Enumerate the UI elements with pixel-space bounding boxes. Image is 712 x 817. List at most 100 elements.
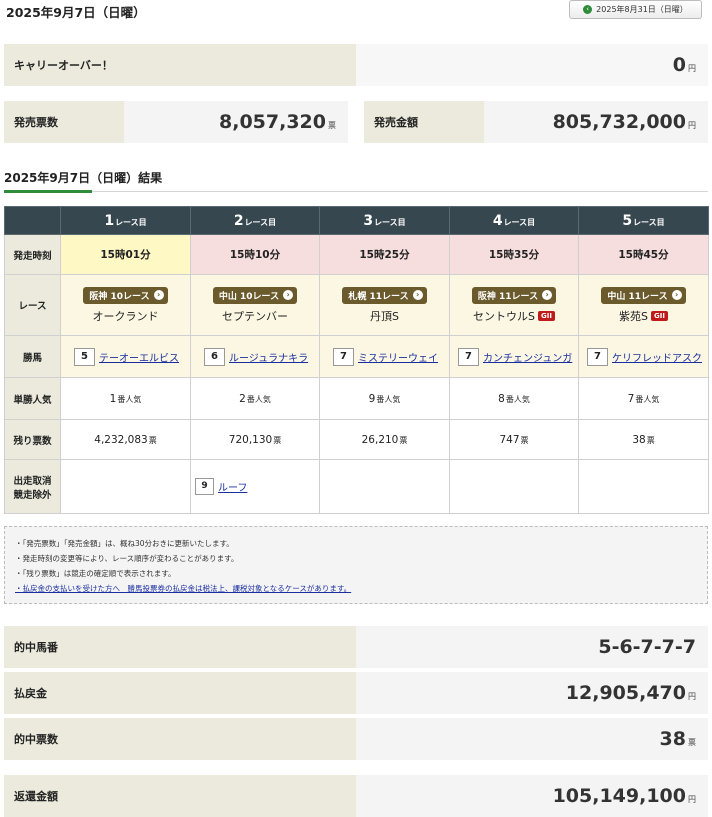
race-cell-1: 阪神 10レース › オークランド — [60, 274, 191, 336]
scratch-5 — [578, 459, 709, 514]
chevron-right-icon: › — [671, 290, 682, 300]
race-name-1: オークランド — [92, 309, 159, 323]
race-link-2[interactable]: 中山 10レース › — [212, 286, 298, 304]
winner-cell-3: 7 ミステリーウェイ — [319, 335, 450, 378]
refund-label: 返還金額 — [4, 775, 356, 817]
popularity-4: 8番人気 — [449, 377, 579, 420]
winning-numbers-value-box: 5-6-7-7-7 — [356, 626, 708, 668]
winner-label: 勝馬 — [4, 335, 61, 378]
winner-link-2[interactable]: ルージュラナキラ — [229, 353, 308, 364]
race-label: レース — [4, 274, 61, 336]
horse-number: 5 — [74, 347, 95, 366]
winning-tickets-value-box: 38 票 — [356, 718, 708, 760]
carryover-value-box: 0円 — [356, 44, 708, 86]
winner-link-3[interactable]: ミステリーウェイ — [358, 353, 438, 364]
remaining-label: 残り票数 — [4, 419, 61, 460]
chevron-right-icon: › — [153, 290, 164, 300]
chevron-right-icon: › — [412, 290, 423, 300]
scratch-1 — [60, 459, 191, 514]
start-time-4: 15時35分 — [449, 234, 579, 275]
popularity-3: 9番人気 — [319, 377, 450, 420]
chevron-right-icon: › — [542, 290, 553, 300]
sold-amount-unit: 円 — [688, 120, 696, 130]
popularity-label: 単勝人気 — [4, 377, 61, 420]
sold-amount-label: 発売金額 — [364, 101, 484, 143]
popularity-2: 2番人気 — [190, 377, 320, 420]
chevron-left-icon: ‹ — [583, 5, 593, 14]
scratch-label: 出走取消 競走除外 — [4, 459, 61, 514]
payout-value-box: 12,905,470 円 — [356, 672, 708, 714]
winning-tickets-value: 38 — [659, 728, 686, 750]
start-time-row: 発走時刻 15時01分 15時10分 15時25分 15時35分 15時45分 — [4, 234, 709, 275]
winner-row: 勝馬 5 テーオーエルビス 6 ルージュラナキラ 7 ミステリーウェイ 7 カンチェンジ… — [4, 335, 709, 378]
remaining-row: 残り票数 4,232,083票 720,130票 26,210票 747票 38… — [4, 419, 709, 460]
grade-badge: GII — [651, 310, 668, 321]
race-link-3[interactable]: 札幌 11レース › — [342, 286, 427, 304]
horse-number: 9 — [195, 478, 214, 495]
carryover-label: キャリーオーバー！ — [4, 44, 356, 86]
winning-tickets-row: 的中票数 38 票 — [4, 718, 708, 760]
race-header-1: 1レース目 — [60, 206, 191, 235]
winner-link-4[interactable]: カンチェンジュンガ — [483, 353, 572, 364]
race-header-row: 1レース目 2レース目 3レース目 4レース目 5レース目 — [4, 206, 709, 235]
horse-number: 7 — [587, 347, 608, 366]
payout-unit: 円 — [688, 691, 696, 701]
sold-tickets-value-box: 8,057,320 票 — [124, 101, 348, 143]
grade-badge: GII — [538, 310, 555, 321]
winning-numbers-row: 的中馬番 5-6-7-7-7 — [4, 626, 708, 668]
scratch-3 — [319, 459, 450, 514]
refund-value: 105,149,100 — [552, 785, 686, 807]
note-item: 「残り票数」は競走の確定順で表示されます。 — [15, 566, 699, 581]
note-item: 「発売票数」「発売金額」は、概ね30分おきに更新いたします。 — [15, 536, 699, 551]
scratch-4 — [449, 459, 579, 514]
tax-notice-link[interactable]: 払戻金の支払いを受けた方へ 勝馬投票券の払戻金は税法上、課税対象となるケースがあ… — [15, 581, 699, 596]
previous-date-button[interactable]: ‹ 2025年8月31日（日曜） — [569, 0, 702, 19]
sold-tickets-value: 8,057,320 — [219, 111, 326, 133]
race-name-4: セントウルS GII — [450, 308, 578, 324]
race-cell-2: 中山 10レース › セプテンバー — [190, 274, 320, 336]
sold-amount-row: 発売金額 805,732,000 円 — [364, 101, 708, 143]
race-header-5: 5レース目 — [578, 206, 709, 235]
carryover-value: 0 — [672, 54, 686, 76]
start-time-2: 15時10分 — [190, 234, 320, 275]
race-header-4: 4レース目 — [449, 206, 579, 235]
winning-tickets-unit: 票 — [688, 737, 696, 747]
popularity-5: 7番人気 — [578, 377, 709, 420]
start-time-5: 15時45分 — [578, 234, 709, 275]
start-time-1: 15時01分 — [60, 234, 191, 275]
results-table: 1レース目 2レース目 3レース目 4レース目 5レース目 発走時刻 15時01… — [4, 206, 709, 514]
section-accent-line — [4, 190, 92, 193]
race-link-1[interactable]: 阪神 10レース › — [83, 286, 168, 304]
race-link-5[interactable]: 中山 11レース › — [601, 286, 686, 304]
remaining-2: 720,130票 — [190, 419, 320, 460]
page-date-title: 2025年9月7日（日曜） — [6, 5, 146, 20]
section-divider — [4, 191, 708, 192]
popularity-1: 1番人気 — [60, 377, 191, 420]
sold-amount-value-box: 805,732,000 円 — [484, 101, 708, 143]
race-cell-5: 中山 11レース › 紫苑S GII — [578, 274, 709, 336]
refund-value-box: 105,149,100 円 — [356, 775, 708, 817]
chevron-right-icon: › — [283, 290, 294, 300]
scratch-2: 9 ルーフ — [190, 459, 320, 514]
race-header-2: 2レース目 — [190, 206, 320, 235]
race-name-5: 紫苑S GII — [579, 308, 708, 324]
payout-row: 払戻金 12,905,470 円 — [4, 672, 708, 714]
scratch-link-2[interactable]: ルーフ — [218, 483, 247, 494]
winner-cell-4: 7 カンチェンジュンガ — [449, 335, 579, 378]
race-link-4[interactable]: 阪神 11レース › — [471, 286, 557, 304]
notes-box: 「発売票数」「発売金額」は、概ね30分おきに更新いたします。 発走時刻の変更等に… — [4, 526, 708, 604]
horse-number: 7 — [458, 347, 479, 366]
winner-link-1[interactable]: テーオーエルビス — [99, 353, 179, 364]
remaining-1: 4,232,083票 — [60, 419, 191, 460]
table-corner — [4, 206, 61, 235]
winning-numbers-label: 的中馬番 — [4, 626, 356, 668]
refund-row: 返還金額 105,149,100 円 — [4, 775, 708, 817]
race-name-3: 丹頂S — [370, 309, 399, 323]
race-row: レース 阪神 10レース › オークランド 中山 10レース › セプテンバー 札幌… — [4, 274, 709, 336]
remaining-3: 26,210票 — [319, 419, 450, 460]
sold-amount-value: 805,732,000 — [552, 111, 686, 133]
winner-link-5[interactable]: ケリフレッドアスク — [612, 353, 702, 364]
sold-tickets-row: 発売票数 8,057,320 票 — [4, 101, 348, 143]
race-cell-4: 阪神 11レース › セントウルS GII — [449, 274, 579, 336]
popularity-row: 単勝人気 1番人気 2番人気 9番人気 8番人気 7番人気 — [4, 377, 709, 420]
